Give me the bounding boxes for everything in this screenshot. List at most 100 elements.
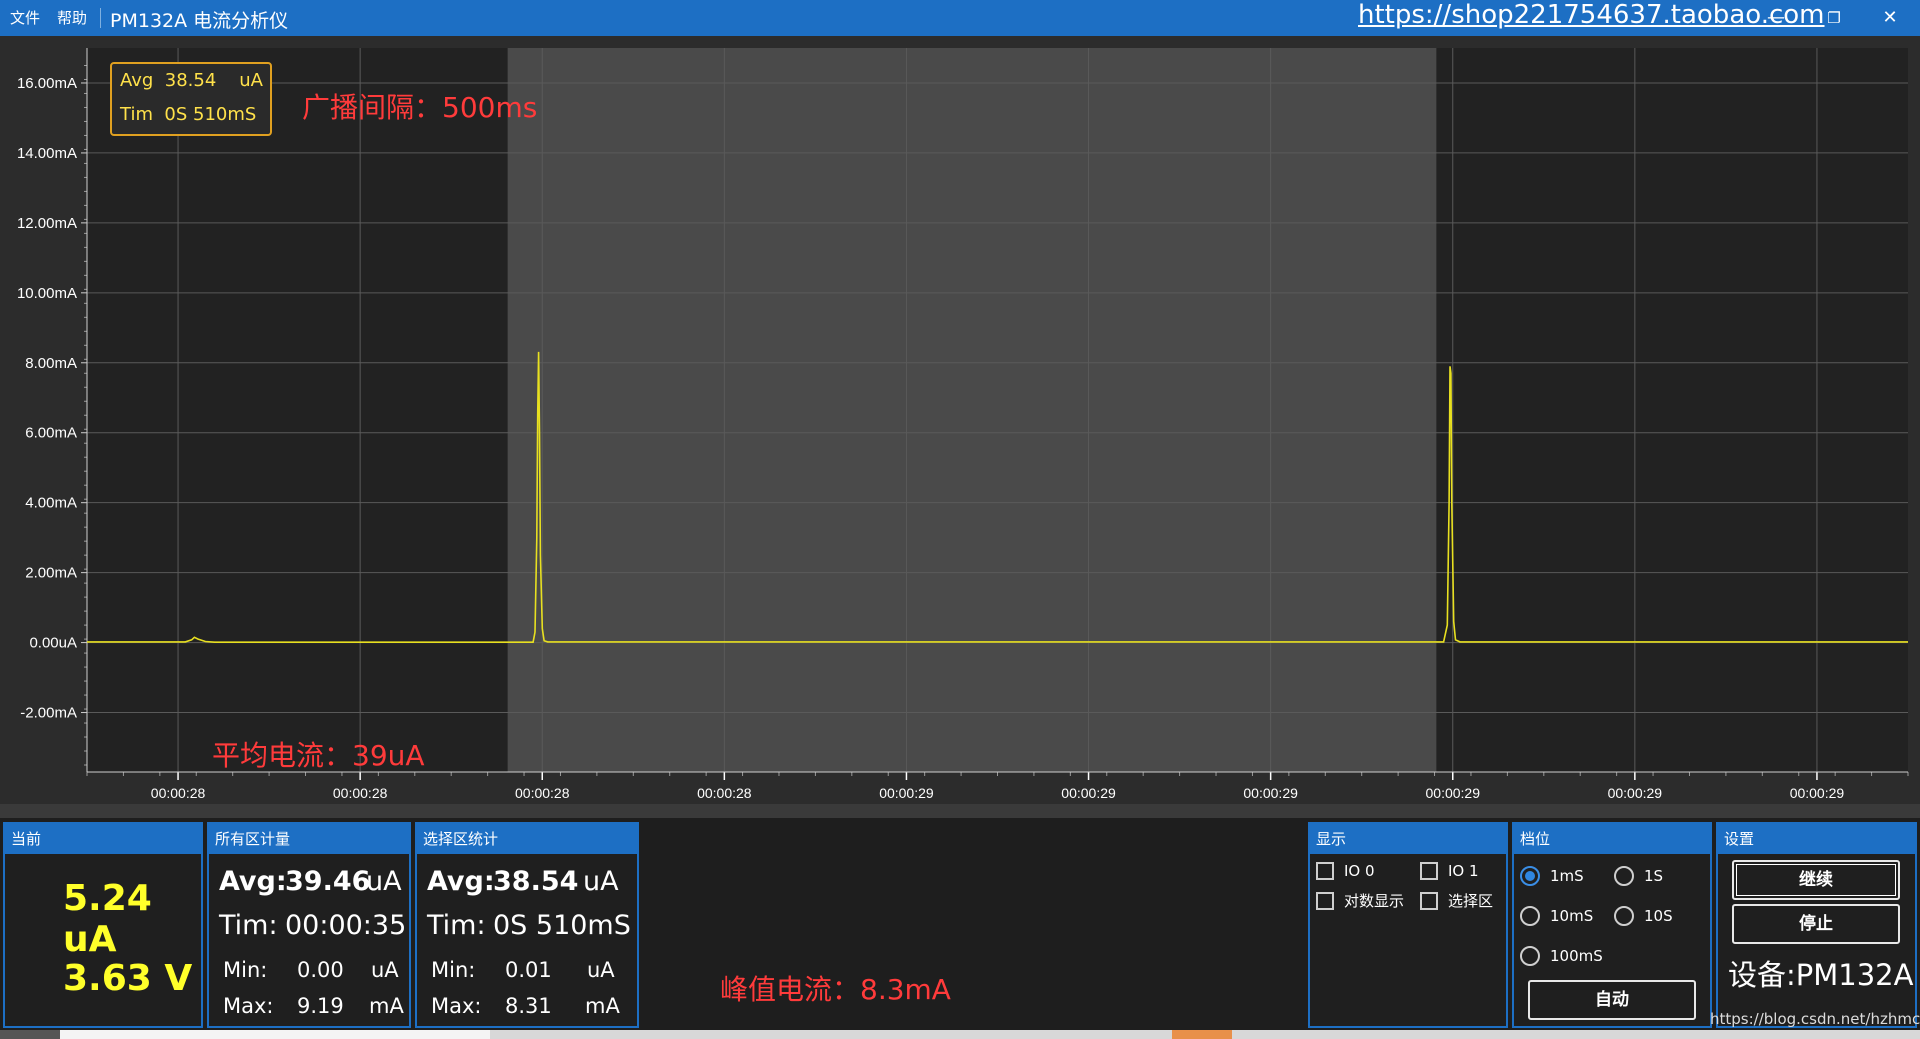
range-1ms-radio[interactable]: 1mS <box>1520 866 1584 886</box>
panel-display: 显示 IO 0 IO 1 对数显示 选择区 <box>1308 822 1508 1028</box>
info-tim: Tim 0S 510mS <box>120 104 257 125</box>
selection-area-checkbox[interactable]: 选择区 <box>1420 890 1493 911</box>
title-bar: 文件 帮助 PM132A 电流分析仪 https://shop221754637… <box>0 0 1920 36</box>
close-icon[interactable]: ✕ <box>1870 4 1910 32</box>
radio-icon[interactable] <box>1520 946 1540 966</box>
watermark: https://blog.csdn.net/hzhmcu <box>1710 1010 1920 1028</box>
panel-settings-header: 设置 <box>1718 824 1915 854</box>
panel-current: 当前 5.24 uA 3.63 V <box>3 822 203 1028</box>
all-avg-value: 39.46 <box>285 866 371 897</box>
y-tick-label: -2.00mA <box>20 705 77 722</box>
annotation-interval: 广播间隔：500ms <box>302 91 538 124</box>
bottom-strip <box>0 1030 1920 1039</box>
select-checkbox-box[interactable] <box>1420 891 1438 910</box>
range-100ms-radio[interactable]: 100mS <box>1520 946 1603 966</box>
shop-link[interactable]: https://shop221754637.taobao.com <box>1358 0 1825 30</box>
annotation-peak-current: 峰值电流：8.3mA <box>720 973 951 1006</box>
y-tick-label: 8.00mA <box>25 355 77 372</box>
all-max-value: 9.19 <box>297 994 344 1018</box>
log-display-checkbox[interactable]: 对数显示 <box>1316 890 1404 911</box>
auto-button[interactable]: 自动 <box>1528 980 1696 1020</box>
range-1ms-label: 1mS <box>1550 867 1584 885</box>
device-name: 设备:PM132A <box>1728 958 1914 992</box>
panel-selection-stats: 选择区统计 Avg: 38.54 uA Tim: 0S 510mS Min: 0… <box>415 822 639 1028</box>
y-tick-label: 14.00mA <box>17 145 77 162</box>
all-tim-label: Tim: <box>219 910 278 941</box>
restore-icon[interactable]: ❐ <box>1814 4 1854 32</box>
sel-min-label: Min: <box>431 958 476 982</box>
log-checkbox-box[interactable] <box>1316 891 1334 910</box>
voltage-value: 3.63 V <box>63 958 193 999</box>
selection-area-label: 选择区 <box>1448 892 1494 910</box>
sel-tim-label: Tim: <box>427 910 486 941</box>
all-max-unit: mA <box>369 994 404 1018</box>
bottom-panel: 当前 5.24 uA 3.63 V 所有区计量 Avg: 39.46 uA Ti… <box>0 818 1920 1030</box>
panel-current-header: 当前 <box>5 824 201 854</box>
radio-icon[interactable] <box>1520 906 1540 926</box>
minimize-icon[interactable]: — <box>1756 4 1796 32</box>
sel-tim-value: 0S 510mS <box>493 910 631 941</box>
current-chart[interactable]: 16.00mA 14.00mA 12.00mA 10.00mA 8.00mA 6.00mA… <box>0 36 1920 804</box>
all-avg-label: Avg: <box>219 866 287 897</box>
x-tick-label: 00:00:29 <box>1608 785 1663 801</box>
x-tick-label: 00:00:29 <box>1426 785 1481 801</box>
menu-help[interactable]: 帮助 <box>57 7 87 28</box>
log-display-label: 对数显示 <box>1344 892 1405 910</box>
io0-checkbox[interactable]: IO 0 <box>1316 862 1375 880</box>
x-tick-label: 00:00:28 <box>697 785 752 801</box>
sel-avg-unit: uA <box>583 866 619 897</box>
io1-checkbox-box[interactable] <box>1420 862 1438 880</box>
range-100ms-label: 100mS <box>1550 947 1603 965</box>
x-tick-label: 00:00:29 <box>1243 785 1298 801</box>
panel-settings: 设置 继续 停止 设备:PM132A <box>1716 822 1917 1028</box>
range-10s-label: 10S <box>1644 907 1673 925</box>
strip-segment <box>60 1030 490 1039</box>
continue-button[interactable]: 继续 <box>1732 860 1900 900</box>
radio-selected-icon[interactable] <box>1520 866 1540 886</box>
panel-all-stats: 所有区计量 Avg: 39.46 uA Tim: 00:00:35 Min: 0… <box>207 822 411 1028</box>
panel-range-header: 档位 <box>1514 824 1710 854</box>
y-tick-label: 2.00mA <box>25 565 77 582</box>
radio-icon[interactable] <box>1614 906 1634 926</box>
sel-max-label: Max: <box>431 994 482 1018</box>
y-tick-label: 4.00mA <box>25 495 77 512</box>
io1-checkbox[interactable]: IO 1 <box>1420 862 1479 880</box>
all-min-label: Min: <box>223 958 268 982</box>
range-1s-radio[interactable]: 1S <box>1614 866 1663 886</box>
all-avg-unit: uA <box>366 866 402 897</box>
chart-svg[interactable]: 16.00mA 14.00mA 12.00mA 10.00mA 8.00mA 6.00mA… <box>0 36 1920 804</box>
chart-scroll-strip[interactable] <box>0 804 1920 818</box>
current-value: 5.24 uA <box>63 878 152 960</box>
all-tim-value: 00:00:35 <box>285 910 407 941</box>
app-title: PM132A 电流分析仪 <box>110 10 289 32</box>
x-tick-label: 00:00:29 <box>1790 785 1845 801</box>
range-10s-radio[interactable]: 10S <box>1614 906 1673 926</box>
x-tick-label: 00:00:28 <box>151 785 206 801</box>
x-tick-label: 00:00:29 <box>879 785 934 801</box>
x-tick-label: 00:00:28 <box>333 785 388 801</box>
panel-range: 档位 1mS 1S 10mS 10S 100mS 自动 <box>1512 822 1712 1028</box>
selection-info-box: Avg 38.54 uA Tim 0S 510mS <box>110 62 272 136</box>
range-10ms-radio[interactable]: 10mS <box>1520 906 1593 926</box>
strip-segment <box>0 1030 60 1039</box>
panel-display-header: 显示 <box>1310 824 1506 854</box>
y-tick-label: 12.00mA <box>17 215 77 232</box>
info-avg: Avg 38.54 uA <box>120 70 263 91</box>
sel-min-unit: uA <box>587 958 615 982</box>
all-min-value: 0.00 <box>297 958 344 982</box>
menu-file[interactable]: 文件 <box>10 7 40 28</box>
strip-segment <box>1172 1030 1232 1039</box>
y-tick-label: 16.00mA <box>17 75 77 92</box>
range-1s-label: 1S <box>1644 867 1664 885</box>
menu-divider <box>100 8 101 28</box>
io0-checkbox-box[interactable] <box>1316 862 1334 880</box>
sel-max-unit: mA <box>585 994 620 1018</box>
radio-icon[interactable] <box>1614 866 1634 886</box>
io0-label: IO 0 <box>1344 862 1375 880</box>
panel-sel-header: 选择区统计 <box>417 824 637 854</box>
sel-avg-value: 38.54 <box>493 866 579 897</box>
selection-region <box>507 48 1437 772</box>
range-10ms-label: 10mS <box>1550 907 1594 925</box>
io1-label: IO 1 <box>1448 862 1479 880</box>
stop-button[interactable]: 停止 <box>1732 904 1900 944</box>
